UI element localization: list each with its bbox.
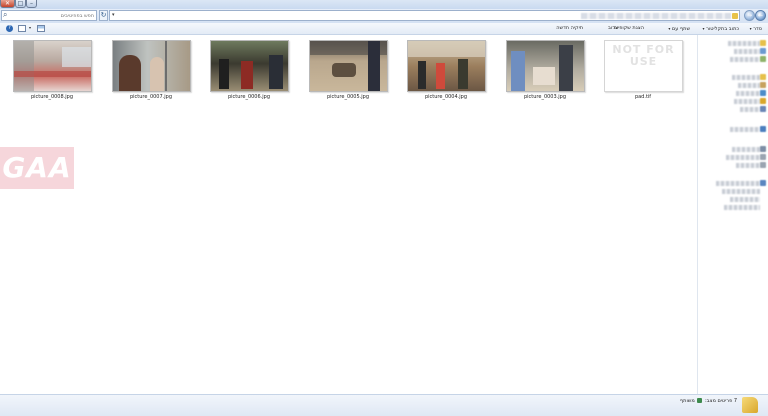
breadcrumb[interactable] [581,13,731,19]
not-for-use-thumbnail-text: NOT FOR USE [612,43,675,68]
file-name: picture_0007.jpg [129,94,172,100]
nav-item[interactable] [722,189,760,194]
minimize-button[interactable]: – [26,0,37,8]
search-box[interactable]: ⌕ [1,10,97,21]
close-button[interactable]: ✕ [0,0,15,8]
nav-item[interactable] [730,197,760,202]
title-bar: ✕ □ – [0,0,768,9]
file-item[interactable]: picture_0004.jpg [402,40,490,102]
folder-icon [732,13,738,19]
file-item[interactable]: picture_0008.jpg [8,40,96,102]
photo-thumbnail-icon [309,40,388,92]
slideshow-button[interactable]: הצגת שקופיות [613,25,644,32]
file-item[interactable]: NOT FOR USE pad.tif [599,40,687,102]
explorer-window: ✕ □ – ⌕ ↻ ▾ → ← ? ▾ סדר ▾ כתוב בתקליטור … [0,0,768,416]
network-icon [760,180,766,186]
nav-item[interactable] [730,57,760,62]
chevron-down-icon: ▾ [749,26,752,31]
item-count: 7 פריטים [717,398,737,404]
drive-icon [760,154,766,160]
burn-button[interactable]: כתוב בתקליטור ▾ [703,25,740,33]
maximize-button[interactable]: □ [15,0,26,8]
share-with-label: שתף עם [671,26,690,32]
organize-label: סדר [753,26,762,32]
shared-icon [697,398,703,403]
drive-icon [760,162,766,168]
places-icon [760,56,766,62]
file-name: picture_0006.jpg [227,94,270,100]
pictures-icon [760,98,766,104]
nav-item[interactable] [738,83,760,88]
file-item[interactable]: picture_0006.jpg [205,40,293,102]
chevron-down-icon: ▾ [668,26,671,31]
photo-thumbnail-icon [506,40,585,92]
nav-item[interactable] [734,49,760,54]
file-name: picture_0008.jpg [30,94,73,100]
nav-item[interactable] [740,107,760,112]
state-label: מצב: [704,398,716,404]
new-folder-button[interactable]: תיקיה חדשה [556,25,583,32]
watermark: GAA [0,147,74,189]
nav-item[interactable] [726,155,760,160]
file-name: picture_0005.jpg [326,94,369,100]
refresh-button[interactable]: ↻ [99,10,108,21]
address-row: ⌕ ↻ ▾ → ← [0,9,768,23]
forward-button[interactable]: → [744,10,755,21]
nav-item[interactable] [736,91,760,96]
status-text: 7 פריטים מצב: משותף [680,398,737,405]
details-pane: 7 פריטים מצב: משותף [0,394,768,416]
file-item[interactable]: picture_0005.jpg [304,40,392,102]
organize-button[interactable]: סדר ▾ [750,25,762,33]
music-icon [760,90,766,96]
nav-item[interactable] [736,163,760,168]
videos-icon [760,106,766,112]
file-name: picture_0003.jpg [523,94,566,100]
file-list[interactable]: picture_0008.jpg picture_0007.jpg pictur… [0,35,697,394]
share-with-button[interactable]: שתף עם ▾ [668,25,690,33]
search-icon: ⌕ [3,10,8,19]
nav-item[interactable] [728,41,760,46]
navigation-pane[interactable] [697,35,768,394]
search-input[interactable] [14,11,94,20]
nav-item[interactable] [716,181,760,186]
photo-thumbnail-icon [407,40,486,92]
navigation-buttons: → ← [742,9,768,23]
change-view-icon[interactable] [37,25,45,32]
file-name: picture_0004.jpg [424,94,467,100]
photo-thumbnail-icon [210,40,289,92]
address-bar[interactable]: ▾ [109,10,740,21]
file-item[interactable]: picture_0003.jpg [501,40,589,102]
photo-thumbnail-icon [112,40,191,92]
folder-icon [760,40,766,46]
help-icon[interactable]: ? [6,25,13,32]
documents-icon [760,82,766,88]
nav-item[interactable] [732,147,760,152]
nav-item[interactable] [732,75,760,80]
homegroup-icon [760,126,766,132]
preview-pane-icon[interactable] [18,25,26,32]
computer-icon [760,146,766,152]
command-bar: ? ▾ סדר ▾ כתוב בתקליטור ▾ שתף עם ▾ הצגת … [0,23,768,35]
photo-thumbnail-icon [13,40,92,92]
file-name: pad.tif [634,94,652,100]
nav-item[interactable] [734,99,760,104]
nav-item[interactable] [724,205,760,210]
library-icon [760,74,766,80]
nav-item[interactable] [730,127,760,132]
watermark-text: GAA [2,151,72,184]
back-button[interactable]: ← [755,10,766,21]
file-item[interactable]: picture_0007.jpg [107,40,195,102]
email-button[interactable]: צרוב [608,25,618,32]
desktop-icon [760,48,766,54]
chevron-down-icon: ▾ [702,26,705,31]
burn-label: כתוב בתקליטור [706,26,739,32]
image-file-icon: NOT FOR USE [604,40,683,92]
view-dropdown-icon[interactable]: ▾ [29,25,31,30]
folder-icon [742,397,758,413]
state-value: משותף [679,398,695,404]
address-history-dropdown-icon[interactable]: ▾ [112,11,115,20]
